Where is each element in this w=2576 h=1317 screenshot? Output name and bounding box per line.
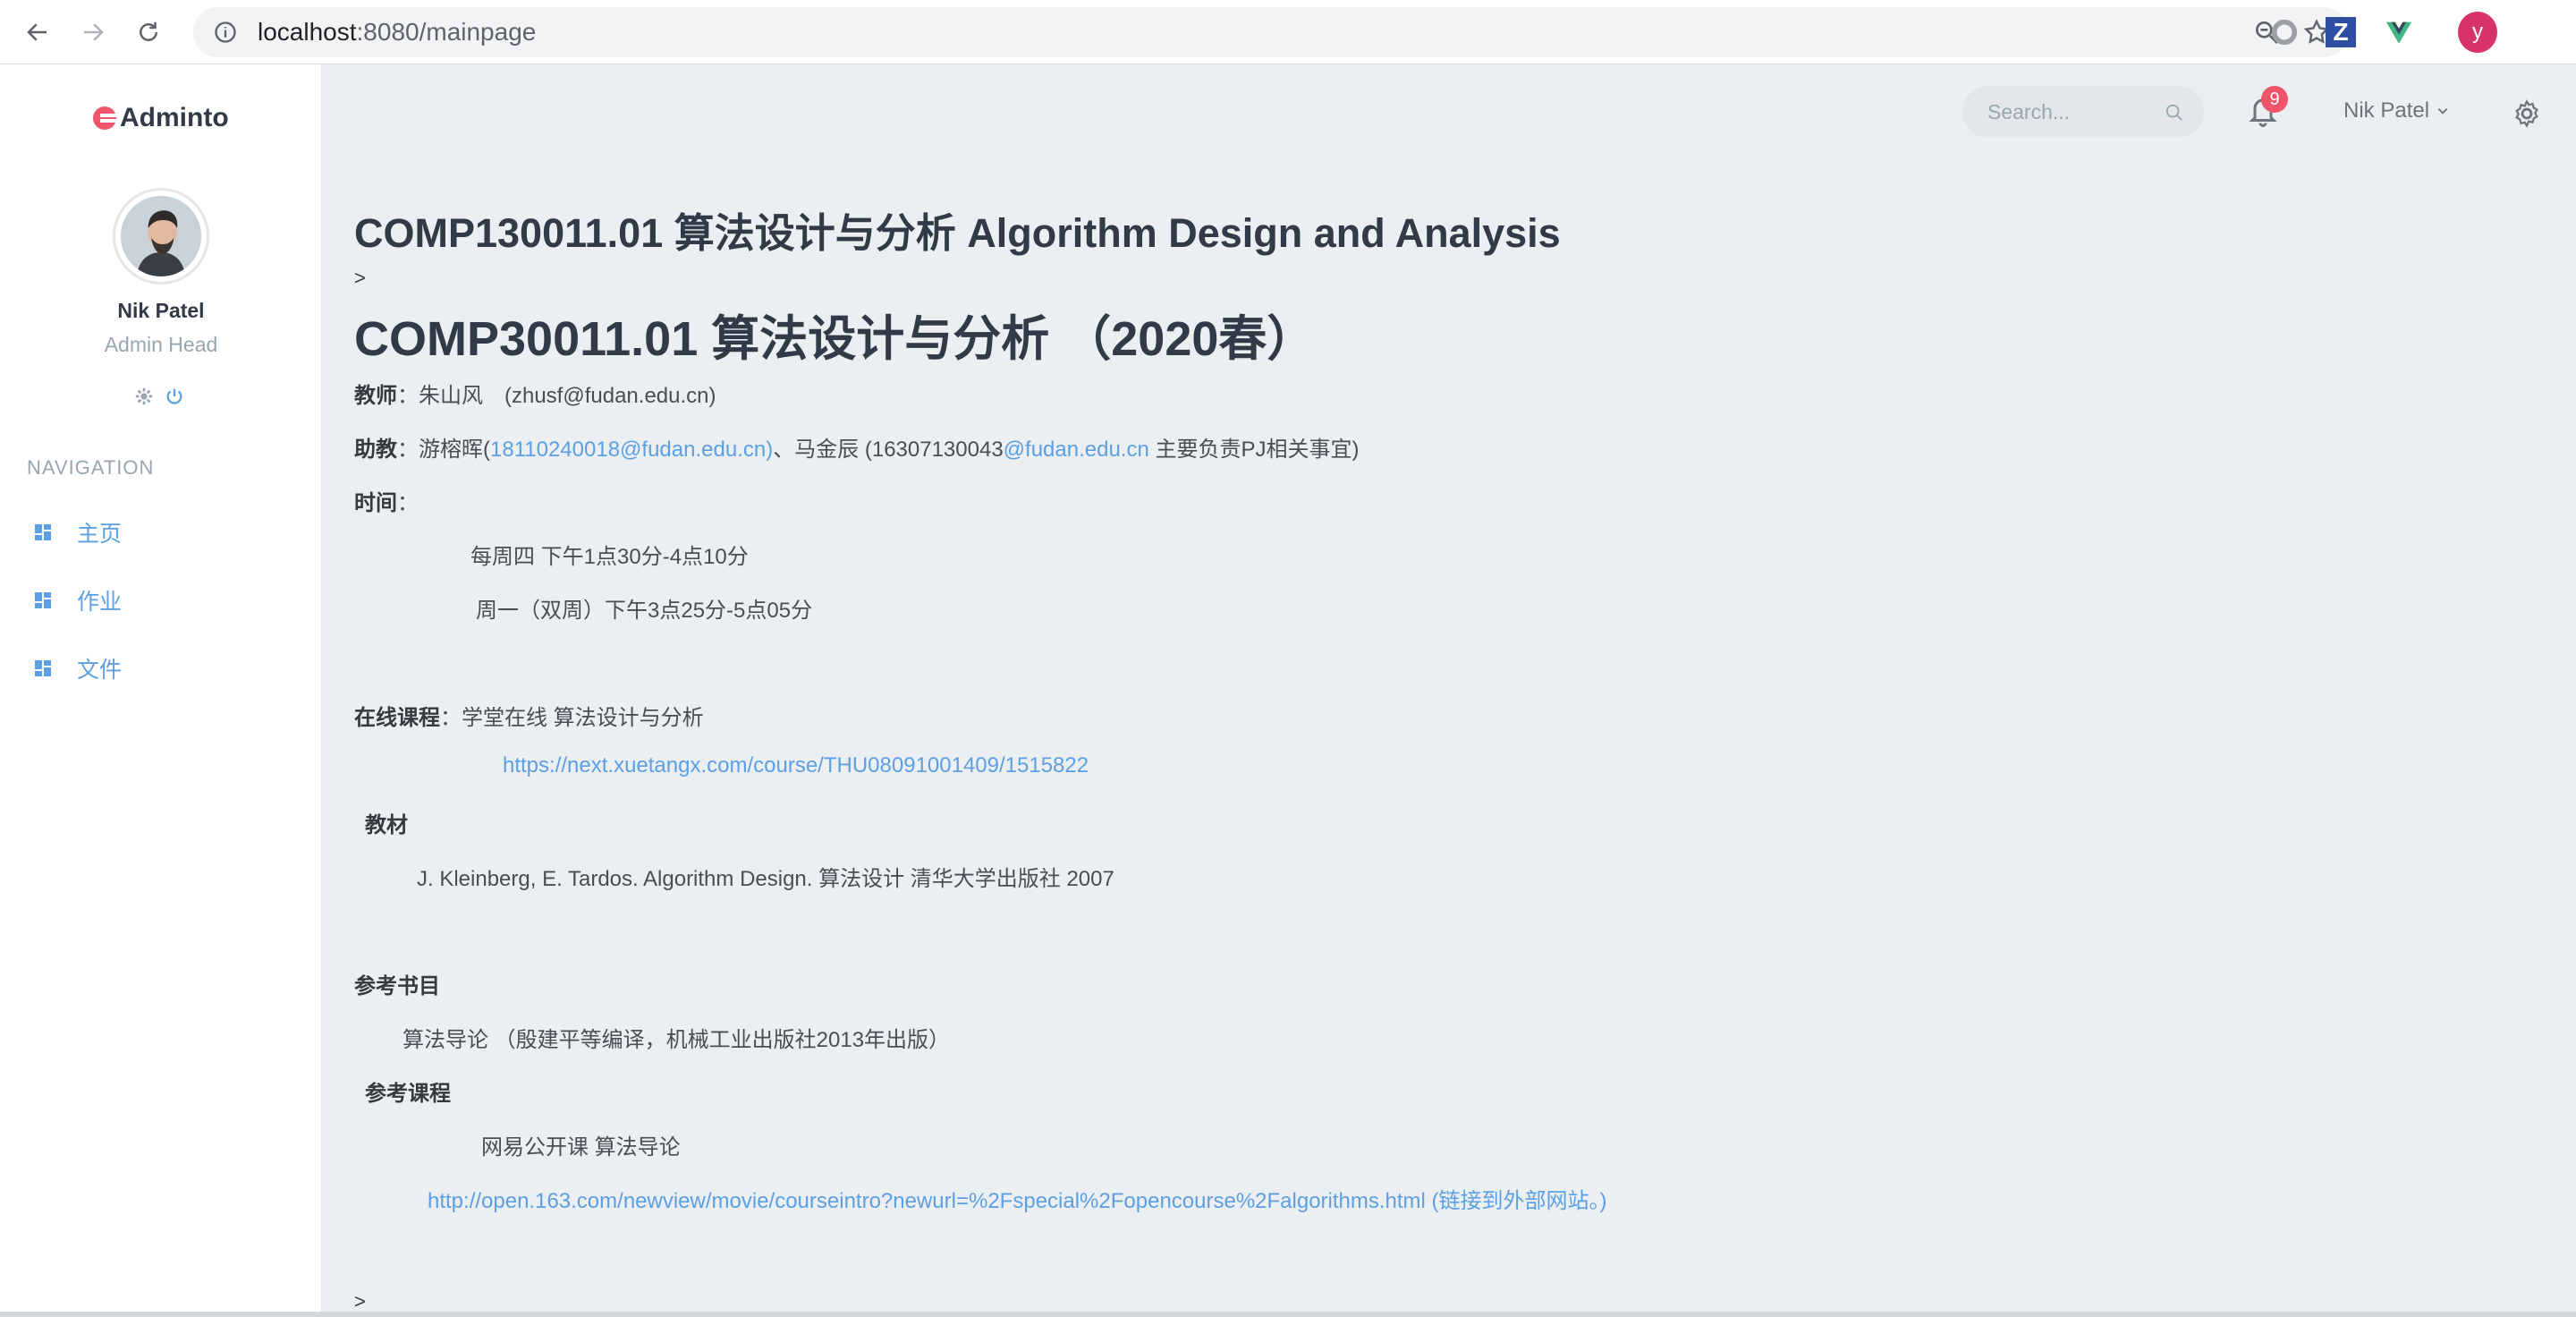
ta-label: 助教 xyxy=(354,438,397,462)
teacher-value: ：朱山风 (zhusf@fudan.edu.cn) xyxy=(397,384,716,408)
circle-extension-icon xyxy=(2271,19,2298,46)
window-bottom-edge xyxy=(0,1312,2576,1317)
time-label: 时间 xyxy=(354,491,397,515)
sidebar-item-home[interactable]: 主页 xyxy=(34,516,122,548)
settings-gear-icon[interactable] xyxy=(134,387,154,406)
dashboard-icon xyxy=(35,524,51,540)
online-course-line: 在线课程：学堂在线 算法设计与分析 xyxy=(354,700,704,731)
sidebar: Adminto Nik Patel Admin Head NAVIGATION … xyxy=(0,64,322,1317)
address-bar[interactable]: localhost:8080/mainpage xyxy=(193,7,2349,57)
refcourse-label: 参考课程 xyxy=(365,1082,451,1106)
sidebar-item-label: 文件 xyxy=(77,658,123,683)
sidebar-item-homework[interactable]: 作业 xyxy=(34,584,122,616)
gear-icon[interactable] xyxy=(2512,98,2542,129)
url-host: localhost xyxy=(258,18,357,46)
ta-email-link-2[interactable]: @fudan.edu.cn xyxy=(1004,438,1149,462)
sidebar-item-label: 作业 xyxy=(77,590,123,615)
breadcrumb-separator: > xyxy=(354,267,366,289)
profile-button[interactable]: y xyxy=(2458,12,2497,53)
ta-line: 助教：游榕晖(18110240018@fudan.edu.cn)、马金辰 (16… xyxy=(354,431,1360,463)
sidebar-user-role: Admin Head xyxy=(104,333,218,356)
user-tools xyxy=(134,387,184,406)
user-menu[interactable]: Nik Patel xyxy=(2343,98,2449,123)
online-label: 在线课程 xyxy=(354,706,440,730)
page-title: COMP30011.01 算法设计与分析 （2020春） xyxy=(354,312,1316,366)
nav-section-title: NAVIGATION xyxy=(27,456,155,479)
brand-logo[interactable]: Adminto xyxy=(93,98,229,138)
logo-text: Adminto xyxy=(120,103,229,132)
browser-toolbar: localhost:8080/mainpage Z y xyxy=(0,0,2576,64)
back-button[interactable] xyxy=(20,14,55,50)
textbook-heading: 教材 xyxy=(365,807,408,838)
forward-arrow-icon xyxy=(84,22,104,41)
extension-vue[interactable] xyxy=(2379,13,2419,52)
url-path: :8080/mainpage xyxy=(356,18,537,46)
ta-email-link-1[interactable]: 18110240018@fudan.edu.cn) xyxy=(490,438,773,462)
z-extension-icon: Z xyxy=(2333,18,2349,46)
time-line: 时间： xyxy=(354,485,419,516)
power-icon[interactable] xyxy=(165,387,184,406)
sidebar-item-files[interactable]: 文件 xyxy=(34,652,122,684)
teacher-line: 教师：朱山风 (zhusf@fudan.edu.cn) xyxy=(354,378,716,409)
dashboard-icon xyxy=(35,660,51,676)
refbook-label: 参考书目 xyxy=(354,974,440,998)
time-slot-1: 每周四 下午1点30分-4点10分 xyxy=(470,545,749,569)
refbook-value: 算法导论 （殷建平等编译，机械工业出版社2013年出版） xyxy=(402,1028,951,1052)
refcourse-heading: 参考课程 xyxy=(365,1075,451,1107)
search-input[interactable]: Search... xyxy=(1962,86,2204,138)
avatar xyxy=(113,188,209,285)
reload-button[interactable] xyxy=(131,14,166,50)
logo-icon xyxy=(93,106,118,130)
reload-icon xyxy=(140,21,157,41)
user-menu-name: Nik Patel xyxy=(2343,98,2430,123)
info-icon[interactable] xyxy=(213,20,238,45)
course-title: COMP130011.01 算法设计与分析 Algorithm Design a… xyxy=(354,210,1561,256)
back-arrow-icon xyxy=(27,22,47,41)
ta-prefix: ：游榕晖( xyxy=(397,438,490,462)
forward-button[interactable] xyxy=(75,14,111,50)
ta-suffix: 主要负责PJ相关事宜) xyxy=(1148,438,1360,462)
vue-devtools-icon xyxy=(2385,21,2412,44)
refbook-heading: 参考书目 xyxy=(354,968,440,999)
online-course-link[interactable]: https://next.xuetangx.com/course/THU0809… xyxy=(503,753,1089,778)
textbook-value: J. Kleinberg, E. Tardos. Algorithm Desig… xyxy=(417,867,1114,891)
time-colon: ： xyxy=(397,491,419,515)
online-value: ：学堂在线 算法设计与分析 xyxy=(440,706,704,730)
user-portrait-icon xyxy=(121,196,201,276)
time-slot-2: 周一（双周）下午3点25分-5点05分 xyxy=(476,599,813,623)
user-photo xyxy=(121,196,201,276)
chevron-down-icon xyxy=(2437,108,2448,115)
profile-avatar: y xyxy=(2458,12,2497,53)
search-placeholder: Search... xyxy=(1987,99,2071,123)
sidebar-item-label: 主页 xyxy=(77,522,123,547)
breadcrumb-separator-bottom: > xyxy=(354,1290,366,1313)
teacher-label: 教师 xyxy=(354,384,397,408)
extension-z[interactable]: Z xyxy=(2326,17,2356,47)
extension-circle[interactable] xyxy=(2265,13,2304,52)
refcourse-value: 网易公开课 算法导论 xyxy=(481,1135,681,1160)
search-icon[interactable] xyxy=(2165,103,2184,123)
sidebar-user-name[interactable]: Nik Patel xyxy=(0,299,322,323)
ta-mid: 、马金辰 (16307130043 xyxy=(773,438,1004,462)
notification-badge: 9 xyxy=(2261,86,2288,113)
textbook-label: 教材 xyxy=(365,813,408,837)
dashboard-icon xyxy=(35,592,51,608)
url-text[interactable]: localhost:8080/mainpage xyxy=(258,18,536,47)
refcourse-link[interactable]: http://open.163.com/newview/movie/course… xyxy=(428,1183,1607,1214)
